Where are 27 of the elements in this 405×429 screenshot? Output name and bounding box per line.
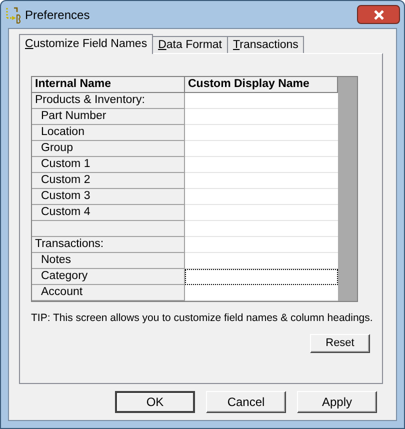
window-title: Preferences xyxy=(25,6,90,24)
dialog-button[interactable]: Apply xyxy=(297,391,377,413)
column-header: Internal Name xyxy=(32,77,185,92)
row-header-cell: Transactions: xyxy=(32,237,185,253)
row-header-cell: Account xyxy=(32,285,185,301)
tip-text: TIP: This screen allows you to customize field names & column headings. xyxy=(31,312,373,325)
input-field[interactable] xyxy=(185,269,338,285)
row-header-cell: Custom 4 xyxy=(32,205,185,221)
row-header-cell: Products & Inventory: xyxy=(32,93,185,109)
close-icon xyxy=(372,10,384,20)
dialog-button[interactable]: Cancel xyxy=(206,391,286,413)
tab[interactable]: Transactions xyxy=(227,36,304,53)
reset-button[interactable]: Reset xyxy=(310,334,370,353)
row-header-cell: Category xyxy=(32,269,185,285)
app-icon xyxy=(5,6,21,24)
row-header-cell: Custom 2 xyxy=(32,173,185,189)
tab[interactable]: Customize Field Names xyxy=(19,34,154,54)
row-header-cell: Group xyxy=(32,141,185,157)
row-header-cell: Part Number xyxy=(32,109,185,125)
close-button[interactable] xyxy=(357,5,400,24)
row-header-cell: Notes xyxy=(32,253,185,269)
tab[interactable]: Data Format xyxy=(152,36,228,53)
row-header-cell: Location xyxy=(32,125,185,141)
column-header: Custom Display Name xyxy=(185,77,338,92)
dialog-button[interactable]: OK xyxy=(115,391,195,413)
row-header-cell: Custom 3 xyxy=(32,189,185,205)
row-header-cell: Custom 1 xyxy=(32,157,185,173)
